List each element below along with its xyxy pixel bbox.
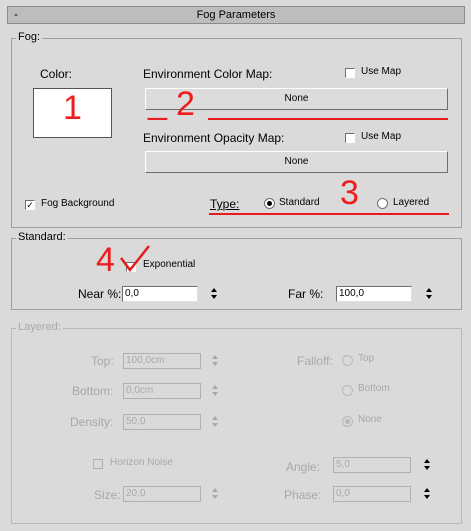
bottom-input[interactable]: 0,0cm (123, 383, 201, 399)
color-label: Color: (40, 67, 73, 81)
rollout-title: Fog Parameters (196, 9, 276, 21)
falloff-none-radio[interactable] (342, 416, 353, 427)
horizon-noise-checkbox[interactable] (93, 459, 103, 469)
angle-input[interactable]: 5,0 (333, 457, 411, 473)
env-opacity-map-button[interactable]: None (145, 151, 448, 173)
type-label: Type: (210, 197, 240, 211)
size-label: Size: (94, 488, 121, 502)
fog-group-label: Fog: (16, 31, 43, 43)
top-spinner[interactable] (211, 353, 219, 369)
falloff-bottom-label: Bottom (358, 383, 390, 394)
annotation-2-underline (208, 118, 448, 120)
size-input[interactable]: 20,0 (123, 486, 201, 502)
rollout-header[interactable]: - Fog Parameters (7, 6, 465, 24)
falloff-top-label: Top (358, 353, 375, 364)
env-color-use-map-checkbox[interactable] (345, 68, 355, 78)
env-opacity-use-map-checkbox[interactable] (345, 133, 355, 143)
far-label: Far %: (288, 287, 324, 301)
annotation-4: 4 (96, 241, 115, 279)
far-input[interactable]: 100,0 (336, 286, 412, 302)
phase-input[interactable]: 0,0 (333, 486, 411, 502)
annotation-2-dash: _ (148, 83, 167, 121)
density-spinner[interactable] (211, 414, 219, 430)
type-layered-label: Layered (393, 197, 430, 208)
top-label: Top: (91, 354, 114, 368)
env-opacity-use-map-label: Use Map (361, 131, 402, 142)
falloff-none-label: None (358, 414, 382, 425)
env-color-use-map-label: Use Map (361, 66, 402, 77)
annotation-2: 2 (176, 85, 195, 123)
standard-group-label: Standard: (16, 231, 68, 243)
layered-group-label: Layered: (16, 321, 63, 333)
phase-label: Phase: (284, 488, 322, 502)
horizon-noise-label: Horizon Noise (110, 457, 173, 468)
angle-spinner[interactable] (423, 457, 431, 473)
falloff-label: Falloff: (297, 354, 333, 368)
density-input[interactable]: 50,0 (123, 414, 201, 430)
falloff-top-radio[interactable] (342, 355, 353, 366)
phase-spinner[interactable] (423, 486, 431, 502)
far-spinner[interactable] (425, 286, 433, 302)
fog-background-checkbox[interactable]: ✓ (25, 200, 35, 210)
top-input[interactable]: 100,0cm (123, 353, 201, 369)
type-layered-radio[interactable] (377, 198, 388, 209)
annotation-3: 3 (340, 174, 359, 212)
type-standard-radio[interactable] (264, 198, 275, 209)
env-opacity-map-label: Environment Opacity Map: (143, 131, 285, 145)
near-spinner[interactable] (210, 286, 218, 302)
falloff-bottom-radio[interactable] (342, 385, 353, 396)
annotation-1: 1 (63, 89, 82, 127)
fog-background-label: Fog Background (41, 198, 115, 209)
type-standard-label: Standard (279, 197, 320, 208)
env-color-map-label: Environment Color Map: (143, 67, 273, 81)
annotation-3-underline (209, 213, 449, 215)
bottom-spinner[interactable] (211, 383, 219, 399)
near-input[interactable]: 0,0 (122, 286, 198, 302)
exponential-label: Exponential (143, 259, 196, 270)
density-label: Density: (70, 415, 114, 429)
size-spinner[interactable] (211, 486, 219, 502)
angle-label: Angle: (286, 460, 321, 474)
near-label: Near %: (78, 287, 122, 301)
bottom-label: Bottom: (72, 384, 114, 398)
